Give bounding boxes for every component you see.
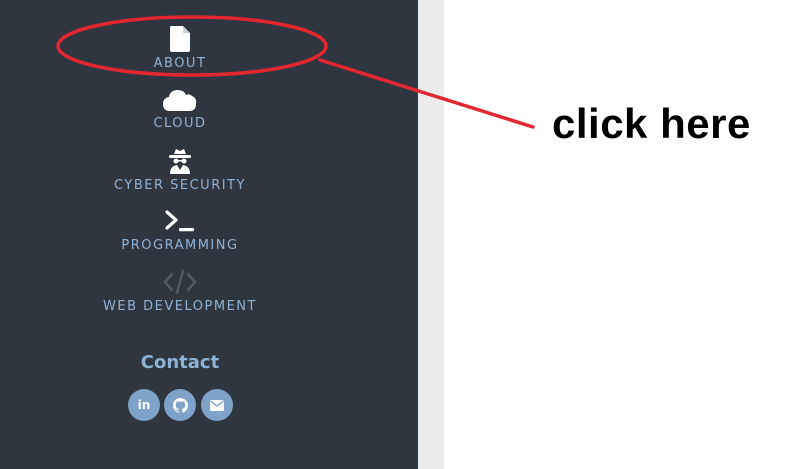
annotation-text: click here [552, 100, 751, 147]
page: ABOUT CLOUD CYBER SECURITY PROGRAMMING W… [0, 0, 786, 469]
email-button[interactable] [201, 389, 233, 421]
envelope-icon [210, 399, 224, 411]
spy-icon [169, 149, 191, 174]
contact-title: Contact [140, 352, 220, 373]
sidebar-item-label: PROGRAMMING [121, 238, 239, 253]
file-icon [170, 26, 190, 52]
sidebar-item-label: CLOUD [153, 116, 207, 131]
code-icon [163, 269, 197, 295]
sidebar-item-label: ABOUT [153, 56, 207, 71]
sidebar-item-programming[interactable]: PROGRAMMING [0, 208, 360, 254]
sidebar-item-label: WEB DEVELOPMENT [103, 299, 257, 314]
github-button[interactable] [164, 389, 196, 421]
sidebar-item-cloud[interactable]: CLOUD [0, 88, 360, 132]
cloud-icon [163, 90, 197, 111]
sidebar-item-cyber-security[interactable]: CYBER SECURITY [0, 148, 360, 194]
terminal-icon [165, 210, 194, 232]
main-content [444, 0, 786, 469]
linkedin-icon: in [137, 398, 151, 412]
sidebar: ABOUT CLOUD CYBER SECURITY PROGRAMMING W… [0, 0, 418, 469]
sidebar-item-label: CYBER SECURITY [114, 178, 246, 193]
linkedin-button[interactable]: in [128, 389, 160, 421]
sidebar-item-web-development[interactable]: WEB DEVELOPMENT [0, 269, 360, 315]
github-icon [172, 397, 188, 413]
content-divider [418, 0, 444, 469]
sidebar-item-about[interactable]: ABOUT [0, 26, 360, 72]
